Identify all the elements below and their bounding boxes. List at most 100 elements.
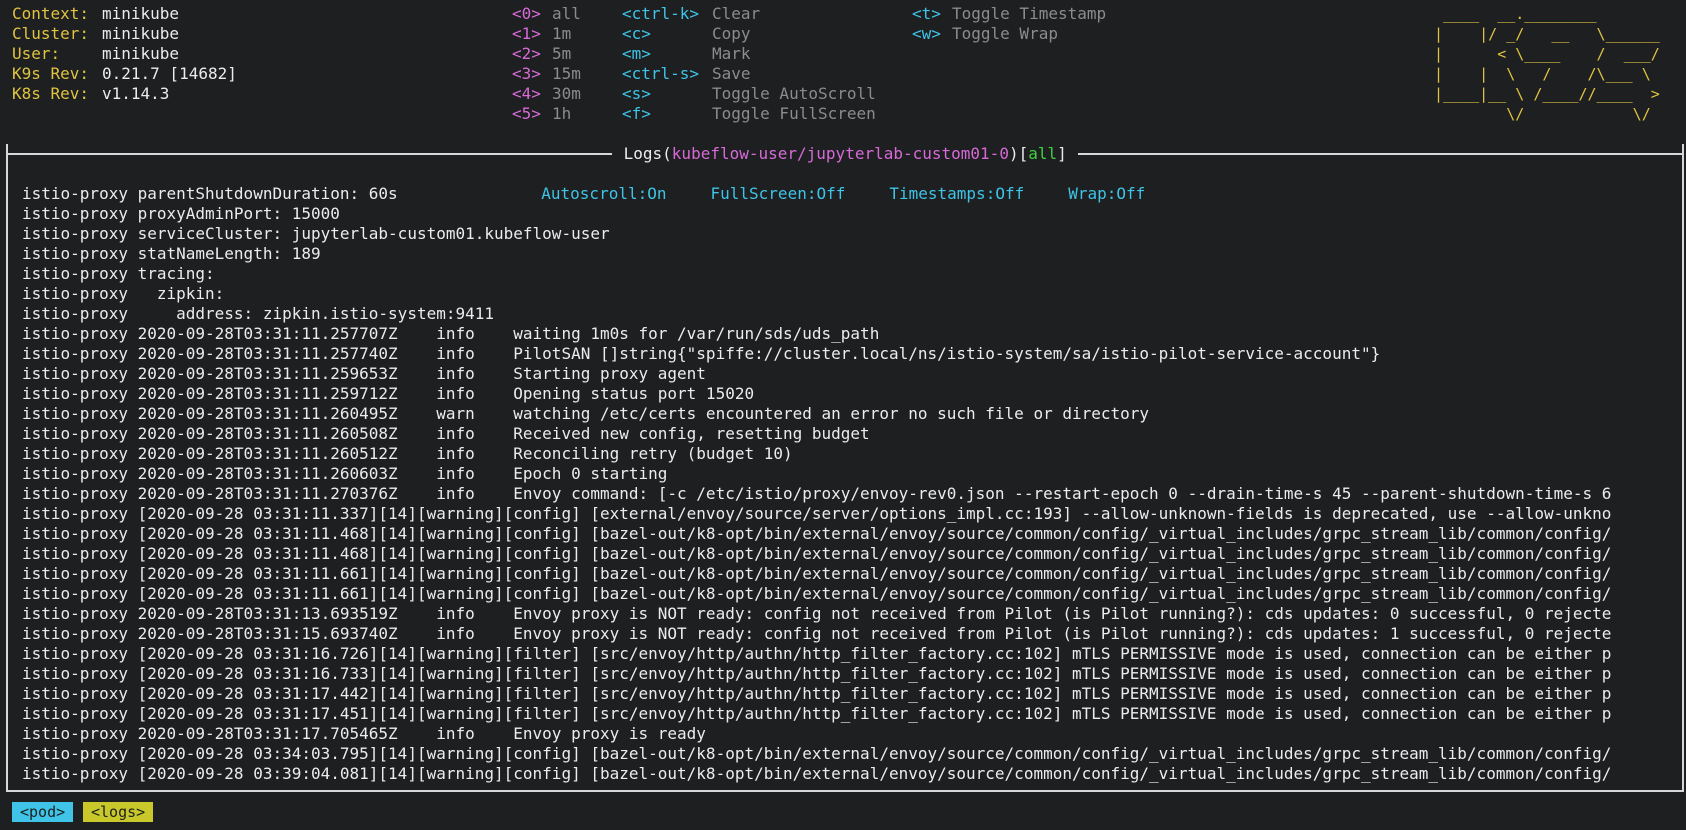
- log-lines[interactable]: istio-proxy parentShutdownDuration: 60s i…: [22, 184, 1611, 784]
- log-line: istio-proxy 2020-09-28T03:31:11.260512Z …: [22, 444, 793, 463]
- log-line: istio-proxy [2020-09-28 03:31:17.442][14…: [22, 684, 1612, 703]
- log-line: istio-proxy 2020-09-28T03:31:11.270376Z …: [22, 484, 1612, 503]
- log-line: istio-proxy [2020-09-28 03:31:17.451][14…: [22, 704, 1612, 723]
- hotkey-row: <c> Copy: [622, 24, 876, 44]
- hotkey-key: <t>: [912, 4, 941, 23]
- info-row: Context: minikube: [12, 4, 237, 24]
- breadcrumb-logs[interactable]: <logs>: [83, 802, 154, 822]
- breadcrumb-pod[interactable]: <pod>: [12, 802, 74, 822]
- hotkey-row: <1> 1m: [512, 24, 581, 44]
- hotkey-row: <ctrl-k> Clear: [622, 4, 876, 24]
- hotkey-key: <ctrl-s>: [622, 64, 700, 83]
- logo-line: |____|__ \ /____//____ >: [1434, 85, 1660, 103]
- log-line: istio-proxy 2020-09-28T03:31:11.260495Z …: [22, 404, 1150, 423]
- info-value: v1.14.3: [102, 84, 170, 103]
- hotkey-row: <4> 30m: [512, 84, 581, 104]
- hotkey-label: 1m: [552, 24, 572, 43]
- hotkey-row: <5> 1h: [512, 104, 581, 124]
- hotkey-row: <w> Toggle Wrap: [912, 24, 1106, 44]
- info-value: minikube: [102, 4, 180, 23]
- log-line: istio-proxy [2020-09-28 03:39:04.081][14…: [22, 764, 1612, 783]
- info-label: User:: [12, 44, 61, 63]
- log-line: istio-proxy 2020-09-28T03:31:13.693519Z …: [22, 604, 1612, 623]
- action-hotkeys: <ctrl-k> Clear <c> Copy <m> Mark <ctrl-s> Save <…: [622, 4, 876, 124]
- info-row: Cluster: minikube: [12, 24, 237, 44]
- hotkey-key: <1>: [512, 24, 541, 43]
- hotkey-label: all: [552, 4, 581, 23]
- info-value: minikube: [102, 44, 180, 63]
- info-row: User: minikube: [12, 44, 237, 64]
- log-line: istio-proxy 2020-09-28T03:31:11.260603Z …: [22, 464, 668, 483]
- hotkey-label: Toggle FullScreen: [712, 104, 876, 123]
- hotkey-key: <f>: [622, 104, 651, 123]
- frame-top-border-right: [1070, 153, 1684, 155]
- log-line: istio-proxy [2020-09-28 03:31:16.726][14…: [22, 644, 1612, 663]
- log-line: istio-proxy serviceCluster: jupyterlab-c…: [22, 224, 610, 243]
- log-line: istio-proxy [2020-09-28 03:34:03.795][14…: [22, 744, 1612, 763]
- hotkey-key: <m>: [622, 44, 651, 63]
- hotkey-row: <3> 15m: [512, 64, 581, 84]
- cluster-info: Context: minikube Cluster: minikube User: min…: [12, 4, 237, 104]
- toggle-hotkeys: <t> Toggle Timestamp <w> Toggle Wrap: [912, 4, 1106, 44]
- log-line: istio-proxy [2020-09-28 03:31:11.468][14…: [22, 524, 1612, 543]
- log-line: istio-proxy tracing:: [22, 264, 215, 283]
- info-label: Context:: [12, 4, 90, 23]
- hotkey-key: <s>: [622, 84, 651, 103]
- frame-top-border-left: [6, 153, 612, 155]
- hotkey-label: 5m: [552, 44, 572, 63]
- log-line: istio-proxy 2020-09-28T03:31:11.257707Z …: [22, 324, 880, 343]
- log-line: istio-proxy 2020-09-28T03:31:11.257740Z …: [22, 344, 1381, 363]
- log-line: istio-proxy address: zipkin.istio-system…: [22, 304, 495, 323]
- log-line: istio-proxy parentShutdownDuration: 60s: [22, 184, 398, 203]
- hotkey-label: Toggle Wrap: [952, 24, 1058, 43]
- logo-line: | |/ _/ __ \______: [1434, 25, 1660, 43]
- logs-title-filter: all: [1028, 144, 1058, 163]
- hotkey-label: Mark: [712, 44, 751, 63]
- logs-title-resource: kubeflow-user/jupyterlab-custom01-0: [671, 144, 1009, 163]
- info-label: K9s Rev:: [12, 64, 90, 83]
- hotkey-row: <2> 5m: [512, 44, 581, 64]
- hotkey-key: <3>: [512, 64, 541, 83]
- filter-hotkeys: <0> all <1> 1m <2> 5m <3> 15m <4> 30m <5> 1h: [512, 4, 581, 124]
- hotkey-row: <t> Toggle Timestamp: [912, 4, 1106, 24]
- hotkey-label: 15m: [552, 64, 581, 83]
- hotkey-row: <0> all: [512, 4, 581, 24]
- info-row: K9s Rev: 0.21.7 [14682]: [12, 64, 237, 84]
- k9s-logo: ____ __.________ | |/ _/ __ \______ | < \…: [1434, 4, 1660, 124]
- logo-line: | | \ / /\___ \: [1434, 65, 1660, 83]
- log-line: istio-proxy [2020-09-28 03:31:16.733][14…: [22, 664, 1612, 683]
- log-line: istio-proxy proxyAdminPort: 15000: [22, 204, 340, 223]
- hotkey-row: <f> Toggle FullScreen: [622, 104, 876, 124]
- logs-title: Logs(kubeflow-user/jupyterlab-custom01-0…: [612, 144, 1079, 164]
- hotkey-label: 30m: [552, 84, 581, 103]
- info-value: minikube: [102, 24, 180, 43]
- hotkey-key: <5>: [512, 104, 541, 123]
- hotkey-row: <s> Toggle AutoScroll: [622, 84, 876, 104]
- hotkey-key: <0>: [512, 4, 541, 23]
- log-line: istio-proxy 2020-09-28T03:31:11.259653Z …: [22, 364, 706, 383]
- hotkey-key: <c>: [622, 24, 651, 43]
- log-line: istio-proxy [2020-09-28 03:31:11.337][14…: [22, 504, 1612, 523]
- hotkey-label: Toggle AutoScroll: [712, 84, 876, 103]
- hotkey-label: Copy: [712, 24, 751, 43]
- info-label: Cluster:: [12, 24, 90, 43]
- hotkey-label: Save: [712, 64, 751, 83]
- log-line: istio-proxy [2020-09-28 03:31:11.661][14…: [22, 564, 1612, 583]
- hotkey-label: Clear: [712, 4, 761, 23]
- logo-line: \/ \/: [1434, 105, 1660, 123]
- hotkey-key: <4>: [512, 84, 541, 103]
- hotkey-label: Toggle Timestamp: [952, 4, 1107, 23]
- info-row: K8s Rev: v1.14.3: [12, 84, 237, 104]
- log-line: istio-proxy statNameLength: 189: [22, 244, 321, 263]
- hotkey-row: <m> Mark: [622, 44, 876, 64]
- hotkey-label: 1h: [552, 104, 572, 123]
- info-value: 0.21.7 [14682]: [102, 64, 237, 83]
- log-line: istio-proxy 2020-09-28T03:31:11.259712Z …: [22, 384, 755, 403]
- logo-line: | < \____ / ___/: [1434, 45, 1660, 63]
- hotkey-key: <ctrl-k>: [622, 4, 700, 23]
- hotkey-key: <w>: [912, 24, 941, 43]
- hotkey-key: <2>: [512, 44, 541, 63]
- log-line: istio-proxy 2020-09-28T03:31:11.260508Z …: [22, 424, 870, 443]
- hotkey-row: <ctrl-s> Save: [622, 64, 876, 84]
- info-label: K8s Rev:: [12, 84, 90, 103]
